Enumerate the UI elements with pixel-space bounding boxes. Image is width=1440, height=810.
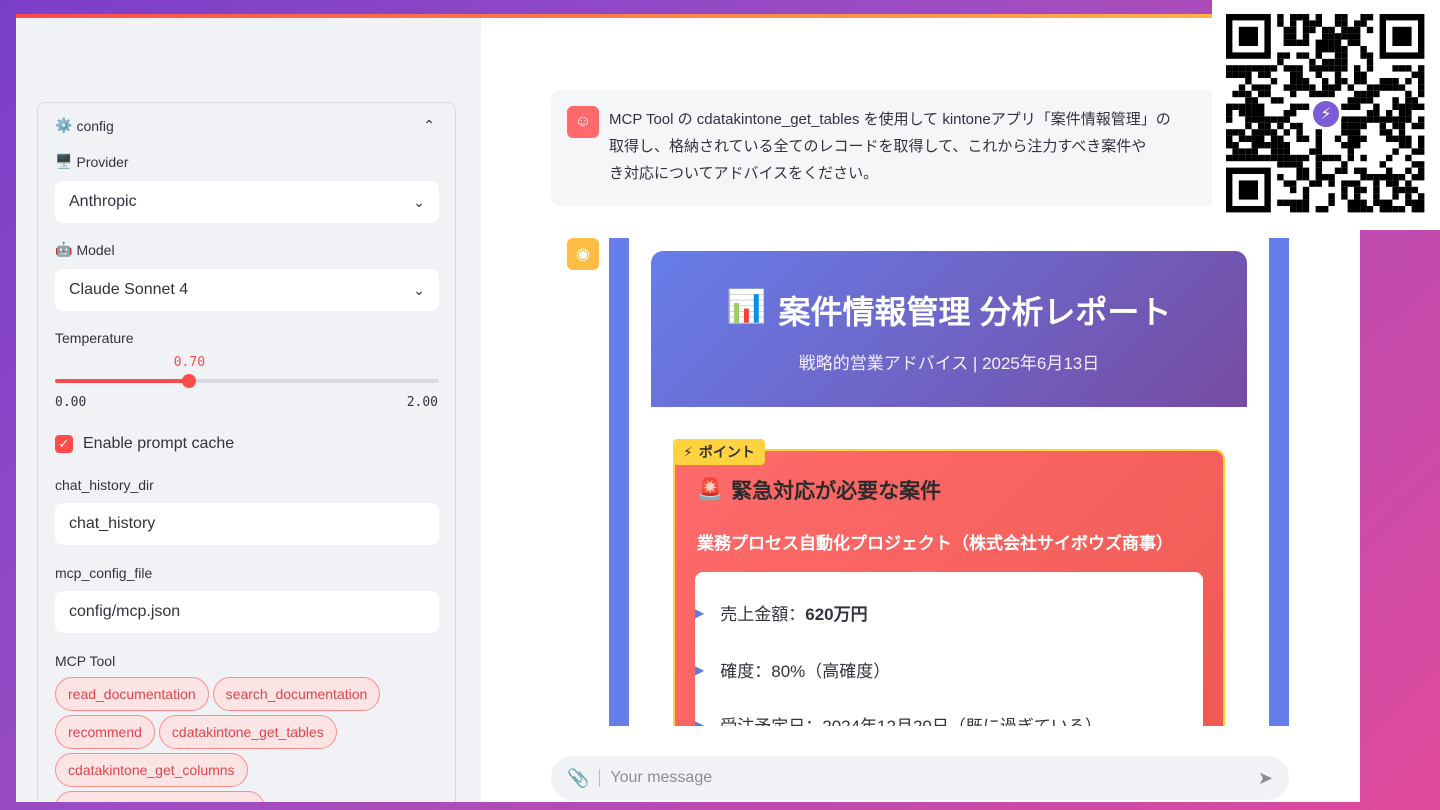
mcp-tool-tag[interactable]: recommend <box>55 715 155 749</box>
mcp-config-file-input[interactable]: config/mcp.json <box>55 591 439 633</box>
report-document: 📊 案件情報管理 分析レポート 戦略的営業アドバイス | 2025年6月13日 … <box>629 238 1269 726</box>
mcp-tool-label: MCP Tool <box>55 653 116 669</box>
mcp-tool-tags: read_documentation search_documentation … <box>55 677 439 802</box>
config-title: config <box>76 117 114 134</box>
mcp-tool-tag[interactable] <box>55 791 265 802</box>
chat-history-dir-input[interactable]: chat_history <box>55 503 439 545</box>
user-message-line: き対応についてアドバイスをください。 <box>609 165 879 182</box>
report-body: ⚡ ポイント 🚨 緊急対応が必要な案件 業務プロセス自動化プロジェクト（株式会社… <box>651 407 1247 726</box>
lightning-icon: ⚡ <box>1310 98 1342 130</box>
temperature-slider-fill <box>55 379 190 383</box>
report-subtitle: 戦略的営業アドバイス | 2025年6月13日 <box>798 354 1100 373</box>
chevron-down-icon: ⌄ <box>413 193 425 210</box>
detail-label: 売上金額： <box>720 605 806 624</box>
detail-item: ▶ 確度：80%（高確度） <box>695 657 890 682</box>
lightning-icon: ⚡ <box>683 443 693 460</box>
robot-icon: 🤖 <box>55 241 73 257</box>
model-select[interactable]: Claude Sonnet 4 ⌄ <box>55 269 439 311</box>
assistant-report-frame: 📊 案件情報管理 分析レポート 戦略的営業アドバイス | 2025年6月13日 … <box>609 238 1289 726</box>
chat-input[interactable]: 📎 Your message ➤ <box>551 756 1289 800</box>
temperature-slider[interactable] <box>55 374 439 388</box>
bot-icon: ◉ <box>567 238 599 270</box>
detail-value: 620万円 <box>805 605 868 624</box>
detail-label: 確度：80%（高確度） <box>720 662 891 681</box>
chevron-up-icon[interactable]: ⌃ <box>423 117 435 134</box>
send-icon[interactable]: ➤ <box>1258 768 1273 789</box>
alert-title-text: 緊急対応が必要な案件 <box>731 480 942 503</box>
prompt-cache-checkbox[interactable]: ✓ <box>55 435 73 453</box>
gear-icon: ⚙️ <box>55 117 73 133</box>
mcp-tool-tag[interactable]: search_documentation <box>212 677 381 711</box>
point-badge-text: ポイント <box>698 444 755 460</box>
config-expander: ⚙️ config ⌃ 🖥️ Provider Anthropic ⌄ 🤖 Mo… <box>37 102 456 802</box>
qr-code: ⚡ <box>1212 0 1440 230</box>
siren-icon: 🚨 <box>697 478 724 501</box>
app-window: ⚙️ config ⌃ 🖥️ Provider Anthropic ⌄ 🤖 Mo… <box>16 14 1360 802</box>
triangle-bullet-icon: ▶ <box>695 662 705 677</box>
mcp-config-file-label: mcp_config_file <box>55 565 153 581</box>
model-label: 🤖 Model <box>55 241 115 258</box>
detail-label: 受注予定日：2024年12月20日（既に過ぎている） <box>720 712 1102 726</box>
chevron-down-icon: ⌄ <box>413 281 425 298</box>
triangle-bullet-icon: ▶ <box>695 717 705 727</box>
user-message-line: MCP Tool の cdatakintone_get_tables を使用して… <box>609 111 1171 128</box>
computer-icon: 🖥️ <box>55 153 73 169</box>
provider-value: Anthropic <box>69 193 137 210</box>
temperature-min: 0.00 <box>55 395 87 410</box>
mcp-tool-tag[interactable]: cdatakintone_get_columns <box>55 753 248 787</box>
prompt-cache-label: Enable prompt cache <box>83 435 235 452</box>
provider-label: 🖥️ Provider <box>55 153 129 170</box>
alert-detail-box: ▶ 売上金額：620万円 ▶ 確度：80%（高確度） ▶ 受注予定日：2024年… <box>695 572 1203 726</box>
model-label-text: Model <box>76 241 115 258</box>
temperature-value: 0.70 <box>173 355 206 370</box>
sidebar: ⚙️ config ⌃ 🖥️ Provider Anthropic ⌄ 🤖 Mo… <box>16 18 481 802</box>
report-header: 📊 案件情報管理 分析レポート 戦略的営業アドバイス | 2025年6月13日 <box>651 251 1247 407</box>
temperature-slider-thumb[interactable] <box>182 374 197 388</box>
detail-item: ▶ 売上金額：620万円 <box>695 600 868 625</box>
provider-label-text: Provider <box>76 153 129 170</box>
chat-history-dir-label: chat_history_dir <box>55 477 154 493</box>
chat-input-placeholder: Your message <box>599 769 712 787</box>
model-value: Claude Sonnet 4 <box>69 281 189 298</box>
report-title-text: 案件情報管理 分析レポート <box>778 294 1172 330</box>
point-badge: ⚡ ポイント <box>673 439 765 465</box>
detail-item: ▶ 受注予定日：2024年12月20日（既に過ぎている） <box>695 712 1102 726</box>
user-message-line: 取得し、格納されている全てのレコードを取得して、これから注力すべき案件や <box>609 138 1147 155</box>
temperature-max: 2.00 <box>406 395 438 410</box>
mcp-config-file-value: config/mcp.json <box>69 603 181 620</box>
chat-history-dir-value: chat_history <box>69 515 156 532</box>
alert-title: 🚨 緊急対応が必要な案件 <box>697 475 941 505</box>
mcp-tool-tag[interactable]: read_documentation <box>55 677 209 711</box>
provider-select[interactable]: Anthropic ⌄ <box>55 181 439 223</box>
temperature-label: Temperature <box>55 330 134 346</box>
urgent-alert-card: 🚨 緊急対応が必要な案件 業務プロセス自動化プロジェクト（株式会社サイボウズ商事… <box>673 449 1225 726</box>
face-icon: ☺ <box>567 106 599 138</box>
prompt-cache-checkbox-row[interactable]: ✓ Enable prompt cache <box>55 435 234 453</box>
bar-chart-icon: 📊 <box>726 288 767 324</box>
triangle-bullet-icon: ▶ <box>695 605 705 620</box>
user-message-text: MCP Tool の cdatakintone_get_tables を使用して… <box>609 106 1249 187</box>
mcp-tool-tag[interactable]: cdatakintone_get_tables <box>158 715 337 749</box>
paperclip-icon[interactable]: 📎 <box>567 768 589 789</box>
alert-subtitle: 業務プロセス自動化プロジェクト（株式会社サイボウズ商事） <box>697 534 1173 553</box>
report-title: 📊 案件情報管理 分析レポート <box>651 287 1247 333</box>
config-expander-header[interactable]: ⚙️ config <box>55 117 114 134</box>
user-message: ☺ MCP Tool の cdatakintone_get_tables を使用… <box>551 90 1291 206</box>
